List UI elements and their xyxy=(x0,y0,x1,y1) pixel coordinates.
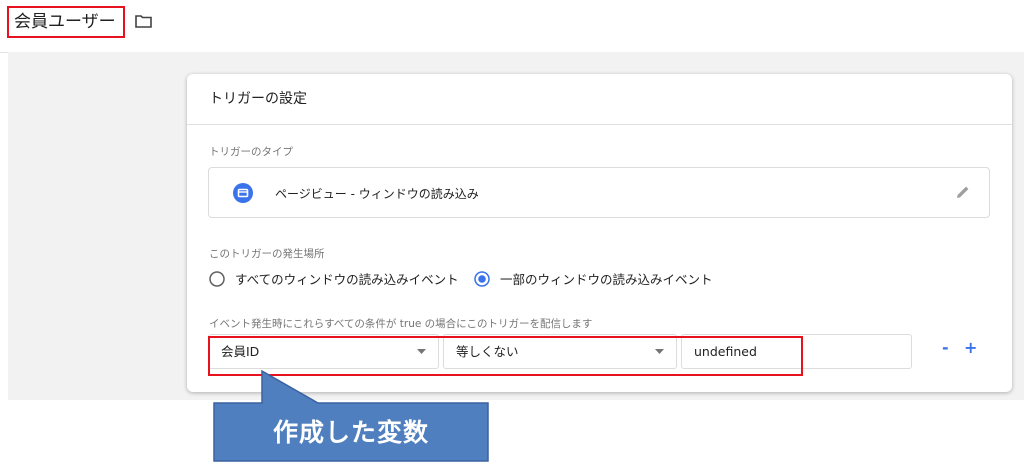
pencil-icon[interactable] xyxy=(955,184,971,200)
variable-select[interactable]: 会員ID xyxy=(208,334,439,369)
value-text: undefined xyxy=(694,344,757,359)
card-title: トリガーの設定 xyxy=(209,91,307,107)
radio-some-windows[interactable]: 一部のウィンドウの読み込みイベント xyxy=(474,269,713,288)
operator-value: 等しくない xyxy=(456,344,519,359)
fire-on-label: このトリガーの発生場所 xyxy=(209,248,325,260)
remove-condition-button[interactable]: - xyxy=(942,338,949,357)
trigger-type-value: ページビュー - ウィンドウの読み込み xyxy=(275,187,479,201)
value-input[interactable]: undefined xyxy=(681,334,912,369)
callout-text: 作成した変数 xyxy=(272,418,429,447)
radio-checked-icon[interactable] xyxy=(474,270,490,287)
operator-select[interactable]: 等しくない xyxy=(443,334,677,369)
add-condition-button[interactable]: + xyxy=(964,338,977,357)
radio-all-windows[interactable]: すべてのウィンドウの読み込みイベント xyxy=(209,269,459,288)
pageview-icon xyxy=(233,183,253,203)
card-divider xyxy=(187,124,1012,125)
folder-icon[interactable] xyxy=(135,14,152,28)
trigger-name-title[interactable]: 会員ユーザー xyxy=(7,6,125,38)
variable-value: 会員ID xyxy=(221,344,260,359)
trigger-type-label: トリガーのタイプ xyxy=(209,146,293,158)
dropdown-arrow-icon xyxy=(655,349,664,354)
top-bar: 会員ユーザー xyxy=(0,0,1024,53)
radio-label: すべてのウィンドウの読み込みイベント xyxy=(235,272,459,287)
dropdown-arrow-icon xyxy=(417,349,426,354)
trigger-config-card: トリガーの設定 トリガーのタイプ ページビュー - ウィンドウの読み込み このト… xyxy=(187,74,1012,392)
condition-label: イベント発生時にこれらすべての条件が true の場合にこのトリガーを配信します xyxy=(209,318,593,330)
trigger-type-selector[interactable]: ページビュー - ウィンドウの読み込み xyxy=(208,167,990,218)
radio-unchecked-icon[interactable] xyxy=(209,270,225,287)
radio-label: 一部のウィンドウの読み込みイベント xyxy=(500,272,713,287)
